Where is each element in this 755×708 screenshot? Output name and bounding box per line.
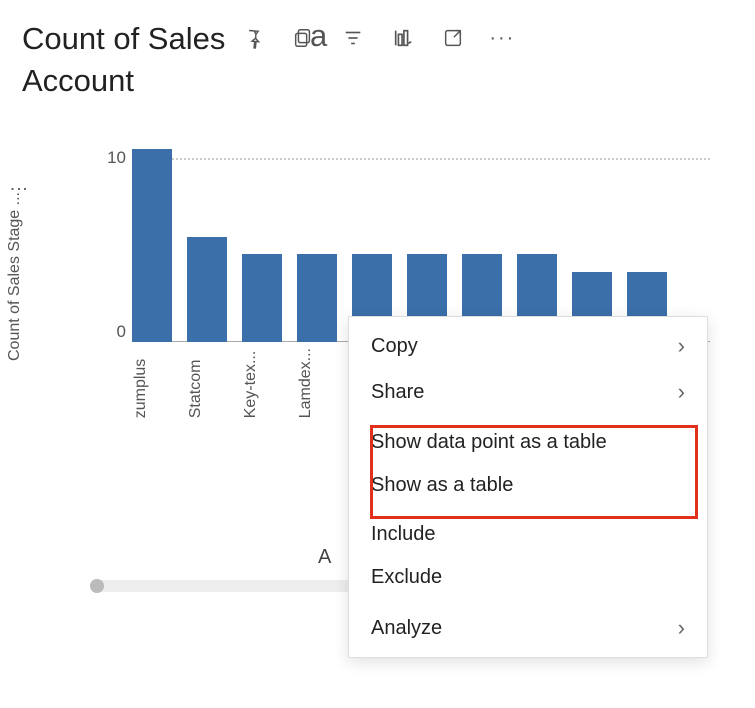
spotlight-icon[interactable] <box>389 24 417 52</box>
visual-title: Count of Sales Account <box>22 18 225 102</box>
copy-visual-icon[interactable] <box>289 24 317 52</box>
filter-icon[interactable] <box>339 24 367 52</box>
plot-area: 10 0 <box>90 132 710 342</box>
menu-item-label: Share <box>371 381 424 404</box>
menu-item-label: Show as a table <box>371 474 513 497</box>
context-menu: Copy › Share › Show data point as a table Sho… <box>348 316 708 658</box>
chevron-right-icon: › <box>678 333 685 359</box>
menu-item-label: Include <box>371 523 436 546</box>
chevron-right-icon: › <box>678 615 685 641</box>
bar[interactable] <box>187 237 227 342</box>
menu-item-include[interactable]: Include <box>349 513 707 556</box>
x-axis-title-fragment: A <box>318 546 331 569</box>
bars-container <box>132 132 667 342</box>
y-tick-10: 10 <box>90 148 126 168</box>
scrollbar-thumb[interactable] <box>90 579 104 593</box>
menu-item-copy[interactable]: Copy › <box>349 323 707 369</box>
bar[interactable] <box>242 254 282 342</box>
x-tick-label: Statcom <box>187 348 227 418</box>
menu-item-show-data-point-as-a-table[interactable]: Show data point as a table <box>349 421 707 464</box>
pin-icon[interactable] <box>239 24 267 52</box>
bar[interactable] <box>297 254 337 342</box>
more-options-icon[interactable]: ··· <box>489 27 515 50</box>
menu-item-show-as-a-table[interactable]: Show as a table <box>349 464 707 507</box>
y-tick-0: 0 <box>90 322 126 342</box>
focus-mode-icon[interactable] <box>439 24 467 52</box>
bar[interactable] <box>132 149 172 342</box>
y-axis-label: Count of Sales Stage ... <box>6 192 24 361</box>
menu-item-label: Analyze <box>371 617 442 640</box>
title-line-1: Count of Sales <box>22 21 225 56</box>
chevron-right-icon: › <box>678 379 685 405</box>
visual-toolbar: ··· <box>239 24 515 52</box>
title-line-2: Account <box>22 63 134 98</box>
menu-item-analyze[interactable]: Analyze › <box>349 605 707 651</box>
x-tick-label: Key-tex... <box>242 348 282 418</box>
x-tick-label: zumplus <box>132 348 172 418</box>
menu-item-label: Exclude <box>371 566 442 589</box>
x-tick-label: Lamdex... <box>297 348 337 418</box>
menu-item-exclude[interactable]: Exclude <box>349 556 707 599</box>
menu-item-label: Copy <box>371 335 418 358</box>
menu-item-share[interactable]: Share › <box>349 369 707 415</box>
menu-item-label: Show data point as a table <box>371 431 607 454</box>
